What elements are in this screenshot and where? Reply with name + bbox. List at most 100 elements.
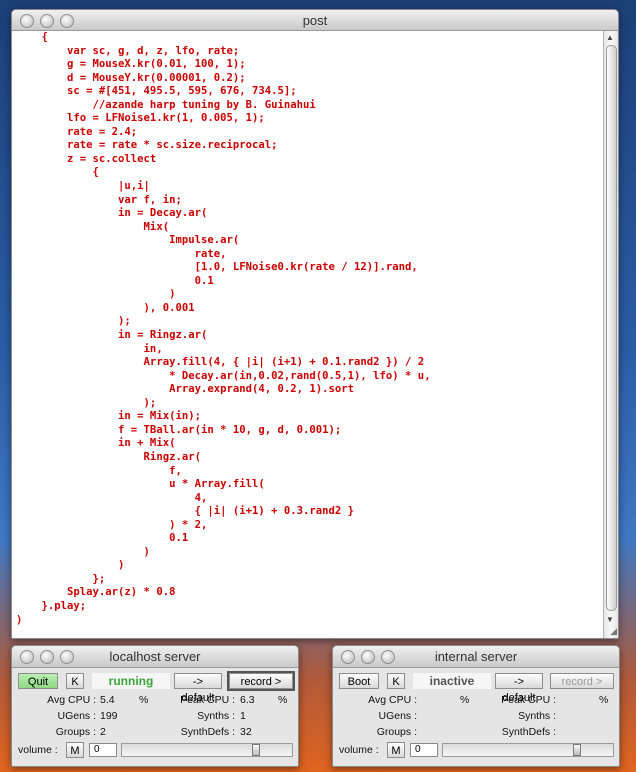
- volume-slider-knob[interactable]: [252, 744, 260, 756]
- quit-button[interactable]: Quit: [18, 673, 58, 689]
- code-line[interactable]: 4,: [16, 492, 431, 506]
- synthdefs-value: 32: [240, 726, 252, 738]
- volume-number-field[interactable]: 0: [410, 743, 438, 757]
- avg-cpu-percent: %: [139, 694, 149, 706]
- peak-cpu-percent: %: [599, 694, 609, 706]
- server-status: inactive: [413, 673, 491, 689]
- make-default-button[interactable]: -> default: [495, 673, 543, 704]
- code-line[interactable]: Array.fill(4, { |i| (i+1) + 0.1.rand2 })…: [16, 356, 431, 370]
- code-line[interactable]: rate = 2.4;: [16, 126, 431, 140]
- peak-cpu-label: Peak CPU :: [501, 694, 556, 706]
- code-line[interactable]: lfo = LFNoise1.kr(1, 0.005, 1);: [16, 112, 431, 126]
- code-line[interactable]: ): [16, 288, 431, 302]
- code-line[interactable]: [1.0, LFNoise0.kr(rate / 12)].rand,: [16, 261, 431, 275]
- server-status: running: [92, 673, 170, 689]
- internal-server-window: internal server Boot K inactive -> defau…: [332, 645, 620, 767]
- post-titlebar[interactable]: post: [12, 10, 618, 31]
- kill-button[interactable]: K: [66, 673, 84, 689]
- code-text[interactable]: { var sc, g, d, z, lfo, rate; g = MouseX…: [16, 31, 431, 627]
- mute-button[interactable]: M: [387, 742, 405, 758]
- code-line[interactable]: * Decay.ar(in,0.02,rand(0.5,1), lfo) * u…: [16, 370, 431, 384]
- groups-label: Groups :: [55, 726, 96, 738]
- post-window: post { var sc, g, d, z, lfo, rate; g = M…: [11, 9, 619, 639]
- code-line[interactable]: 0.1: [16, 532, 431, 546]
- code-line[interactable]: {: [16, 166, 431, 180]
- volume-slider[interactable]: [121, 743, 293, 757]
- code-line[interactable]: );: [16, 315, 431, 329]
- code-line[interactable]: Array.exprand(4, 0.2, 1).sort: [16, 383, 431, 397]
- code-line[interactable]: {: [16, 31, 431, 45]
- code-line[interactable]: sc = #[451, 495.5, 595, 676, 734.5];: [16, 85, 431, 99]
- code-line[interactable]: ) * 2,: [16, 519, 431, 533]
- code-line[interactable]: ): [16, 559, 431, 573]
- code-line[interactable]: );: [16, 397, 431, 411]
- code-line[interactable]: ): [16, 614, 431, 628]
- mute-button[interactable]: M: [66, 742, 84, 758]
- groups-value: 2: [100, 726, 106, 738]
- volume-label: volume :: [18, 744, 58, 756]
- avg-cpu-label: Avg CPU :: [47, 694, 96, 706]
- code-line[interactable]: rate,: [16, 248, 431, 262]
- code-line[interactable]: { |i| (i+1) + 0.3.rand2 }: [16, 505, 431, 519]
- internal-titlebar[interactable]: internal server: [333, 646, 619, 668]
- code-line[interactable]: };: [16, 573, 431, 587]
- code-line[interactable]: ): [16, 546, 431, 560]
- peak-cpu-label: Peak CPU :: [180, 694, 235, 706]
- synthdefs-label: SynthDefs :: [180, 726, 235, 738]
- peak-cpu-value: 6.3: [240, 694, 255, 706]
- window-title: post: [302, 13, 328, 28]
- ugens-value: 199: [100, 710, 118, 722]
- peak-cpu-percent: %: [278, 694, 288, 706]
- synths-label: Synths :: [518, 710, 556, 722]
- code-line[interactable]: //azande harp tuning by B. Guinahui: [16, 99, 431, 113]
- avg-cpu-label: Avg CPU :: [368, 694, 417, 706]
- boot-button[interactable]: Boot: [339, 673, 379, 689]
- code-line[interactable]: in = Decay.ar(: [16, 207, 431, 221]
- code-line[interactable]: ), 0.001: [16, 302, 431, 316]
- code-line[interactable]: in,: [16, 343, 431, 357]
- synths-label: Synths :: [197, 710, 235, 722]
- code-line[interactable]: z = sc.collect: [16, 153, 431, 167]
- scrollbar-thumb[interactable]: [606, 45, 617, 611]
- code-line[interactable]: f = TBall.ar(in * 10, g, d, 0.001);: [16, 424, 431, 438]
- code-line[interactable]: in = Ringz.ar(: [16, 329, 431, 343]
- scroll-up-arrow-icon[interactable]: ▲: [606, 33, 614, 42]
- code-line[interactable]: in = Mix(in);: [16, 410, 431, 424]
- code-line[interactable]: Splay.ar(z) * 0.8: [16, 586, 431, 600]
- code-line[interactable]: Ringz.ar(: [16, 451, 431, 465]
- code-line[interactable]: }.play;: [16, 600, 431, 614]
- volume-label: volume :: [339, 744, 379, 756]
- code-line[interactable]: |u,i|: [16, 180, 431, 194]
- code-line[interactable]: var sc, g, d, z, lfo, rate;: [16, 45, 431, 59]
- code-line[interactable]: g = MouseX.kr(0.01, 100, 1);: [16, 58, 431, 72]
- code-line[interactable]: var f, in;: [16, 194, 431, 208]
- ugens-label: UGens :: [378, 710, 417, 722]
- avg-cpu-percent: %: [460, 694, 470, 706]
- volume-number-field[interactable]: 0: [89, 743, 117, 757]
- kill-button[interactable]: K: [387, 673, 405, 689]
- volume-slider[interactable]: [442, 743, 614, 757]
- post-text-area[interactable]: { var sc, g, d, z, lfo, rate; g = MouseX…: [12, 31, 604, 638]
- localhost-titlebar[interactable]: localhost server: [12, 646, 298, 668]
- groups-label: Groups :: [376, 726, 417, 738]
- code-line[interactable]: in + Mix(: [16, 437, 431, 451]
- record-button[interactable]: record >: [550, 673, 614, 689]
- synthdefs-label: SynthDefs :: [501, 726, 556, 738]
- window-title: internal server: [434, 649, 518, 664]
- volume-slider-knob[interactable]: [573, 744, 581, 756]
- code-line[interactable]: 0.1: [16, 275, 431, 289]
- code-line[interactable]: Impulse.ar(: [16, 234, 431, 248]
- code-line[interactable]: u * Array.fill(: [16, 478, 431, 492]
- scroll-down-arrow-icon[interactable]: ▼: [606, 615, 614, 624]
- avg-cpu-value: 5.4: [100, 694, 115, 706]
- window-title: localhost server: [109, 649, 201, 664]
- vertical-scrollbar[interactable]: ▲ ▼: [603, 31, 618, 638]
- code-line[interactable]: rate = rate * sc.size.reciprocal;: [16, 139, 431, 153]
- make-default-button[interactable]: -> default: [174, 673, 222, 704]
- record-button[interactable]: record >: [227, 671, 295, 691]
- localhost-server-window: localhost server Quit K running -> defau…: [11, 645, 299, 767]
- code-line[interactable]: f,: [16, 465, 431, 479]
- resize-grip-icon[interactable]: ◢: [610, 626, 617, 637]
- code-line[interactable]: d = MouseY.kr(0.00001, 0.2);: [16, 72, 431, 86]
- code-line[interactable]: Mix(: [16, 221, 431, 235]
